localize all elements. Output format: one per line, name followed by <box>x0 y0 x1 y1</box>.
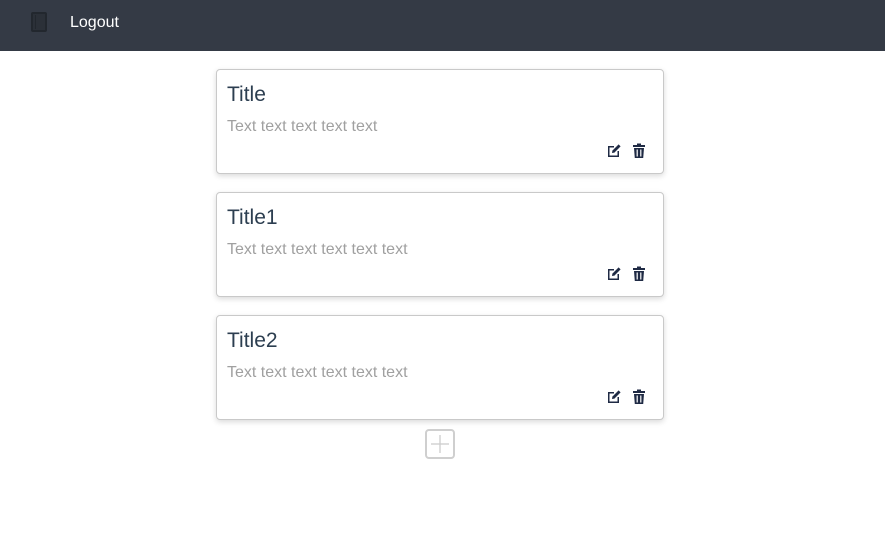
note-list: Title Text text text text text Title1 Te… <box>216 69 664 438</box>
note-actions <box>606 389 647 405</box>
notebook-icon[interactable] <box>31 12 47 32</box>
note-card: Title Text text text text text <box>216 69 664 174</box>
edit-icon[interactable] <box>606 266 622 282</box>
note-text: Text text text text text <box>227 118 378 135</box>
logout-link[interactable]: Logout <box>70 13 119 33</box>
note-text: Text text text text text text <box>227 241 408 258</box>
trash-icon[interactable] <box>631 389 647 405</box>
add-note-button[interactable] <box>425 429 455 459</box>
note-title: Title2 <box>227 329 278 352</box>
trash-icon[interactable] <box>631 266 647 282</box>
note-title: Title1 <box>227 206 278 229</box>
note-text: Text text text text text text <box>227 364 408 381</box>
note-title: Title <box>227 83 266 106</box>
plus-icon <box>431 435 449 453</box>
edit-icon[interactable] <box>606 389 622 405</box>
navbar: Logout <box>0 0 885 51</box>
edit-icon[interactable] <box>606 143 622 159</box>
note-actions <box>606 266 647 282</box>
note-card: Title1 Text text text text text text <box>216 192 664 297</box>
trash-icon[interactable] <box>631 143 647 159</box>
note-actions <box>606 143 647 159</box>
note-card: Title2 Text text text text text text <box>216 315 664 420</box>
